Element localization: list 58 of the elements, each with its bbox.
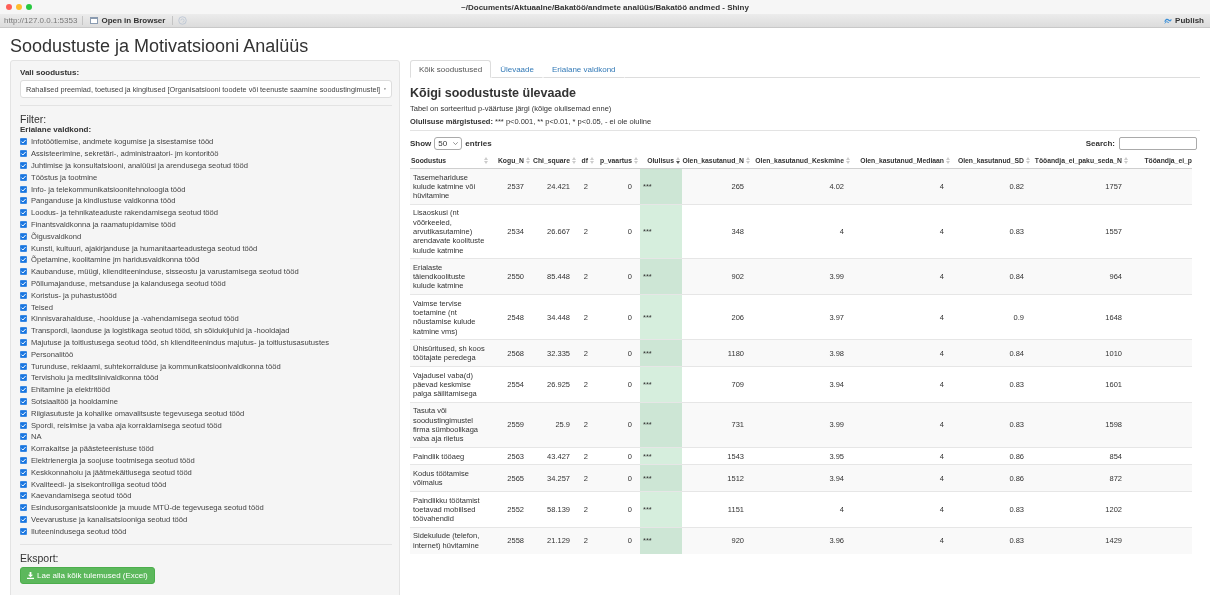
checkbox-icon[interactable]	[20, 256, 27, 264]
window-icon	[90, 17, 99, 24]
search-label: Search:	[1085, 138, 1115, 148]
section-heading: Kõigi soodustuste ülevaade	[410, 86, 577, 100]
group-label: Erialane valdkond:	[20, 125, 93, 135]
publish-icon	[1164, 16, 1173, 25]
checkbox-icon[interactable]	[20, 350, 27, 358]
checkbox-icon[interactable]	[20, 327, 27, 335]
checkbox-icon[interactable]	[20, 279, 27, 287]
checkbox-icon[interactable]	[20, 527, 27, 535]
checkbox-icon[interactable]	[20, 150, 27, 158]
checkbox-icon[interactable]	[20, 515, 27, 523]
tab[interactable]: Kõik soodustused	[410, 60, 492, 78]
checkbox-icon[interactable]	[20, 421, 27, 429]
checkbox-icon[interactable]	[20, 209, 27, 217]
checkbox-icon[interactable]	[20, 244, 27, 252]
select-label: Vali soodustus:	[20, 68, 81, 78]
checkbox-icon[interactable]	[20, 291, 27, 299]
window-title: ~/Documents/Aktuaalne/Bakatöö/andmete analüüs/Bakatöö andmed - Shiny	[461, 2, 749, 12]
checkbox-icon[interactable]	[20, 303, 27, 311]
tab[interactable]: Ülevaade	[491, 60, 543, 78]
checkbox-icon[interactable]	[20, 433, 27, 441]
download-icon	[27, 572, 34, 580]
checkbox-icon[interactable]	[20, 162, 27, 169]
checkbox-icon[interactable]	[20, 409, 27, 417]
caret-icon	[384, 87, 386, 91]
checkbox-icon[interactable]	[20, 362, 27, 370]
checkbox-icon[interactable]	[20, 315, 27, 323]
checkbox-icon[interactable]	[20, 374, 27, 382]
checkbox-icon[interactable]	[20, 338, 27, 346]
checkbox-icon[interactable]	[20, 456, 27, 464]
checkbox-icon[interactable]	[20, 397, 27, 405]
checkbox-icon[interactable]	[20, 220, 27, 228]
close-icon[interactable]	[6, 4, 12, 10]
search-field[interactable]	[1119, 136, 1197, 150]
checkbox-icon[interactable]	[20, 197, 27, 205]
chevron-icon	[453, 141, 459, 145]
show-label: Show	[410, 138, 432, 148]
checkbox-icon[interactable]	[20, 468, 27, 476]
checkbox-icon[interactable]	[20, 268, 27, 276]
checkbox-icon[interactable]	[20, 138, 27, 146]
page-title: Soodustuste ja Motivatsiooni Analüüs	[10, 36, 310, 57]
checkbox-icon[interactable]	[20, 232, 27, 240]
checkbox-icon[interactable]	[20, 492, 27, 500]
checkbox-icon[interactable]	[20, 504, 27, 512]
page-length-select[interactable]: 50	[434, 136, 463, 150]
checkbox-icon[interactable]	[20, 480, 27, 488]
checkbox-icon[interactable]	[20, 386, 27, 394]
checkbox-icon[interactable]	[20, 173, 27, 181]
export-heading: Eksport:	[20, 552, 60, 565]
entries-label: entries	[465, 138, 492, 148]
tab[interactable]: Erialane valdkond	[542, 60, 625, 78]
checkbox-icon[interactable]	[20, 445, 27, 453]
url-text: http://127.0.0.1:5353	[4, 16, 78, 25]
filter-heading: Filter:	[20, 113, 48, 125]
checkbox-icon[interactable]	[20, 185, 27, 193]
open-in-browser-button[interactable]: Open in Browser	[88, 16, 168, 25]
publish-button[interactable]: Publish	[1162, 16, 1206, 25]
